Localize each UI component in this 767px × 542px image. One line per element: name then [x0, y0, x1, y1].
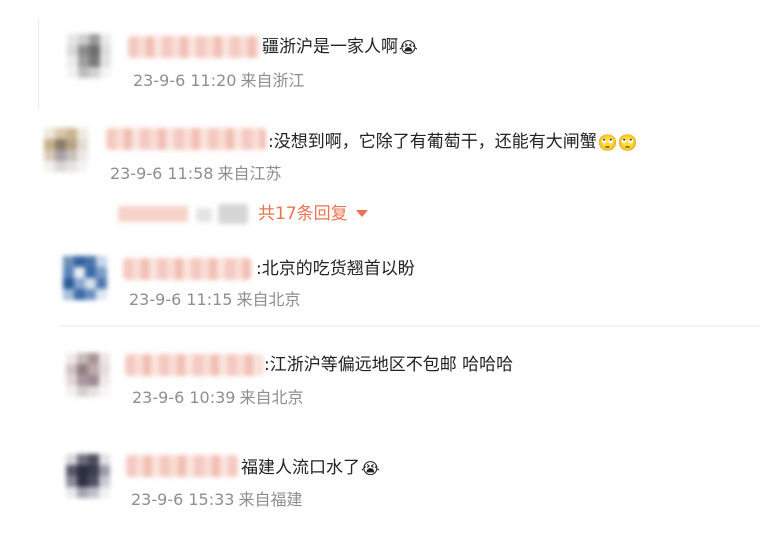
reply-avatars-blurred	[106, 202, 251, 226]
reply-meta: 23-9-6 10:39 来自北京	[132, 388, 303, 408]
reply-text: 福建人流口水了😭	[241, 457, 380, 480]
avatar[interactable]	[66, 454, 110, 498]
location-label: 来自福建	[238, 490, 303, 509]
expand-replies-button[interactable]: 共17条回复	[258, 203, 368, 225]
comment-text-body: 疆浙沪是一家人啊	[262, 37, 398, 57]
avatar[interactable]	[63, 256, 107, 300]
reply-meta: 23-9-6 15:33 来自福建	[131, 490, 302, 510]
timestamp: 23-9-6 11:15	[129, 290, 233, 309]
timestamp: 23-9-6 10:39	[132, 388, 236, 407]
avatar[interactable]	[44, 128, 88, 172]
location-label: 来自北京	[236, 290, 301, 309]
reply-meta: 23-9-6 11:15 来自北京	[129, 290, 300, 310]
comment-meta: 23-9-6 11:20 来自浙江	[133, 71, 304, 91]
comment-text: 疆浙沪是一家人啊😭	[262, 36, 418, 59]
crying-emoji-icon: 😭	[399, 38, 418, 57]
avatar[interactable]	[66, 353, 110, 397]
eye-roll-emoji-icon: 🙄🙄	[597, 133, 638, 152]
reply-text: :江浙沪等偏远地区不包邮 哈哈哈	[264, 354, 513, 376]
reply-text-body: :江浙沪等偏远地区不包邮 哈哈哈	[264, 355, 514, 375]
reply-text: :北京的吃货翘首以盼	[256, 258, 415, 280]
comment-meta: 23-9-6 11:58 来自江苏	[110, 164, 281, 184]
avatar[interactable]	[67, 34, 111, 78]
reply-text-body: :北京的吃货翘首以盼	[256, 259, 415, 279]
location-label: 来自北京	[239, 388, 304, 407]
username-blurred[interactable]	[106, 128, 266, 150]
timestamp: 23-9-6 15:33	[131, 490, 235, 509]
username-blurred[interactable]	[125, 354, 263, 376]
timestamp: 23-9-6 11:58	[110, 164, 214, 183]
reply-text-body: 福建人流口水了	[241, 458, 360, 478]
caret-down-icon	[355, 210, 368, 217]
comment-text-body: :没想到啊，它除了有葡萄干，还能有大闸蟹	[268, 132, 597, 152]
partially-hidden-row	[60, 325, 760, 327]
location-label: 来自江苏	[217, 164, 282, 183]
reply-count-label: 共17条回复	[258, 204, 348, 224]
thread-divider-line	[38, 18, 39, 110]
username-blurred[interactable]	[123, 258, 251, 280]
comment-text: :没想到啊，它除了有葡萄干，还能有大闸蟹🙄🙄	[268, 131, 638, 154]
username-blurred[interactable]	[128, 36, 260, 58]
location-label: 来自浙江	[240, 71, 305, 90]
timestamp: 23-9-6 11:20	[133, 71, 237, 90]
crying-emoji-icon: 😭	[361, 459, 380, 478]
username-blurred[interactable]	[126, 455, 238, 477]
